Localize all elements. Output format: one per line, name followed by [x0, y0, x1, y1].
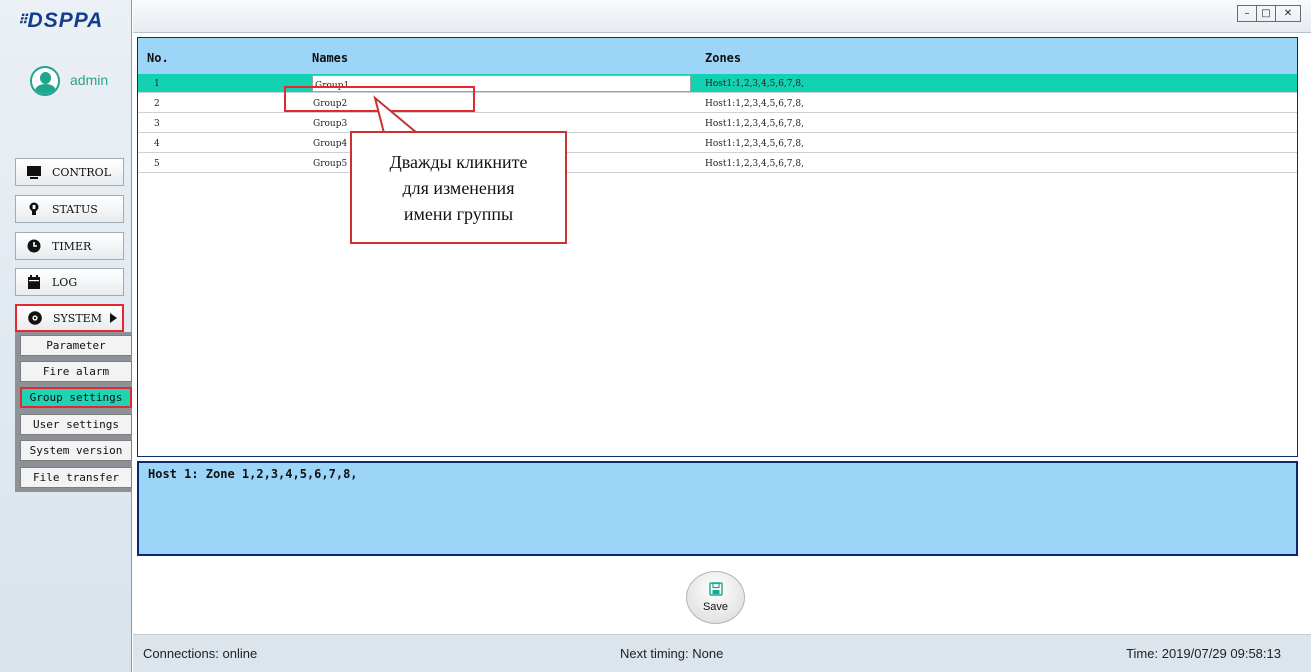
row-zones: Host1:1,2,3,4,5,6,7,8,	[705, 159, 804, 169]
save-button[interactable]: Save	[686, 571, 745, 624]
clock-status: Time: 2019/07/29 09:58:13	[1126, 646, 1281, 661]
lightbulb-icon	[26, 201, 42, 217]
system-submenu: Parameter Fire alarm Group settings User…	[15, 332, 132, 492]
status-bar: Connections: online Next timing: None Ti…	[133, 634, 1311, 672]
logo-text: DSPPA	[27, 9, 104, 32]
column-header-names: Names	[312, 51, 349, 65]
row-name[interactable]: Group3	[313, 119, 347, 129]
maximize-button[interactable]: □	[1257, 6, 1276, 21]
column-header-no: No.	[147, 51, 169, 65]
table-row[interactable]: 5 Group5 Host1:1,2,3,4,5,6,7,8,	[138, 154, 1297, 173]
row-no: 1	[154, 79, 160, 89]
nav-timer-button[interactable]: TIMER	[15, 232, 124, 260]
table-row[interactable]: 4 Group4 Host1:1,2,3,4,5,6,7,8,	[138, 134, 1297, 153]
table-row[interactable]: 3 Group3 Host1:1,2,3,4,5,6,7,8,	[138, 114, 1297, 133]
row-zones: Host1:1,2,3,4,5,6,7,8,	[705, 139, 804, 149]
column-header-zones: Zones	[705, 51, 742, 65]
annotation-line: для изменения	[402, 177, 515, 198]
nav-control-label: CONTROL	[52, 165, 112, 179]
submenu-parameter[interactable]: Parameter	[20, 335, 132, 356]
nav-status-button[interactable]: STATUS	[15, 195, 124, 223]
sidebar: ⠿DSPPA admin CONTROL STATUS TIMER LOG SY…	[0, 0, 132, 672]
brand-logo: ⠿DSPPA	[18, 9, 103, 33]
row-no: 3	[154, 119, 160, 129]
connection-status: Connections: online	[143, 646, 258, 661]
table-header: No. Names Zones	[138, 38, 1297, 74]
nav-log-label: LOG	[52, 275, 78, 289]
user-avatar-icon	[30, 66, 60, 96]
next-timing-status: Next timing: None	[620, 646, 724, 661]
row-name[interactable]: Group5	[313, 159, 347, 169]
row-no: 5	[154, 159, 160, 169]
user-name: admin	[70, 72, 109, 88]
nav-log-button[interactable]: LOG	[15, 268, 124, 296]
submenu-file-transfer[interactable]: File transfer	[20, 467, 132, 488]
row-zones: Host1:1,2,3,4,5,6,7,8,	[705, 119, 804, 129]
submenu-system-version[interactable]: System version	[20, 440, 132, 461]
gear-icon	[27, 310, 43, 326]
nav-status-label: STATUS	[52, 202, 98, 216]
annotation-line: Дважды кликните	[389, 151, 528, 172]
floppy-disk-icon	[708, 582, 723, 599]
nav-timer-label: TIMER	[52, 239, 92, 253]
annotation-highlight-box	[284, 86, 475, 112]
submenu-group-settings[interactable]: Group settings	[20, 387, 132, 408]
nav-system-button[interactable]: SYSTEM	[15, 304, 124, 332]
window-titlebar: – □ ✕	[133, 0, 1311, 33]
annotation-callout: Дважды кликните для изменения имени груп…	[350, 131, 567, 244]
row-no: 4	[154, 139, 160, 149]
row-name[interactable]: Group4	[313, 139, 347, 149]
submenu-fire-alarm[interactable]: Fire alarm	[20, 361, 132, 382]
calendar-icon	[26, 274, 42, 290]
row-zones: Host1:1,2,3,4,5,6,7,8,	[705, 99, 804, 109]
caret-right-icon	[109, 313, 117, 323]
annotation-line: имени группы	[403, 203, 514, 224]
zone-detail-panel: Host 1: Zone 1,2,3,4,5,6,7,8,	[137, 461, 1298, 556]
row-zones: Host1:1,2,3,4,5,6,7,8,	[705, 79, 804, 89]
window-controls: – □ ✕	[1237, 5, 1301, 22]
save-label: Save	[702, 601, 729, 613]
nav-system-label: SYSTEM	[53, 311, 102, 325]
clock-icon	[26, 238, 42, 254]
submenu-user-settings[interactable]: User settings	[20, 414, 132, 435]
nav-control-button[interactable]: CONTROL	[15, 158, 124, 186]
minimize-button[interactable]: –	[1238, 6, 1257, 21]
row-no: 2	[154, 99, 160, 109]
close-button[interactable]: ✕	[1276, 6, 1300, 21]
monitor-icon	[26, 164, 42, 180]
logo-dots: ⠿	[18, 12, 27, 27]
